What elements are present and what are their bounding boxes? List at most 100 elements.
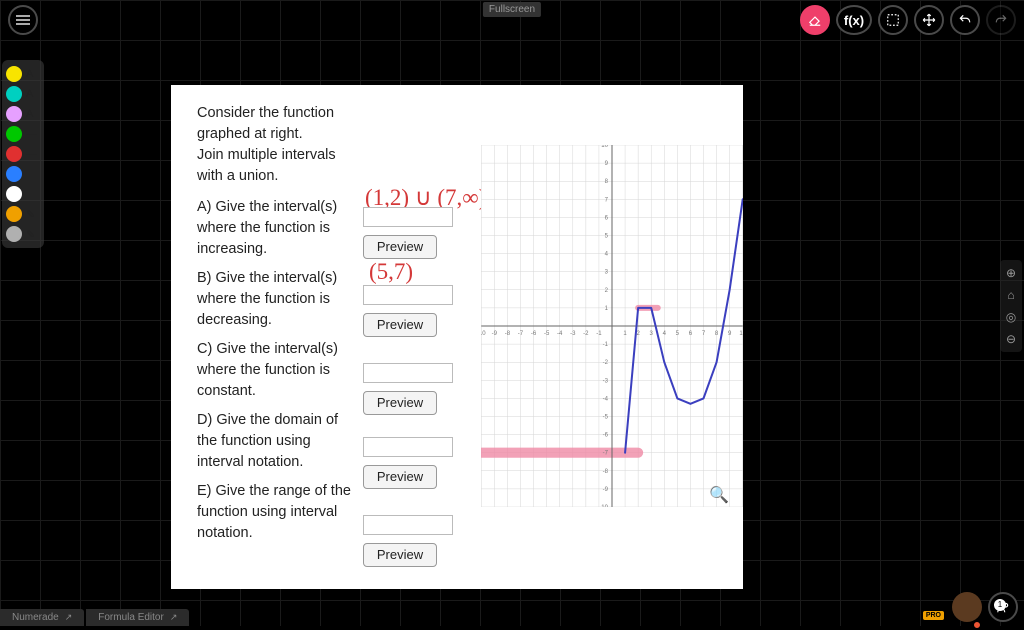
svg-text:5: 5 bbox=[605, 234, 609, 240]
select-icon bbox=[886, 13, 900, 27]
svg-text:-7: -7 bbox=[518, 331, 524, 337]
expand-icon: ↗ bbox=[170, 612, 178, 623]
answer-input-c[interactable] bbox=[363, 363, 453, 383]
svg-text:-6: -6 bbox=[531, 331, 537, 337]
svg-text:4: 4 bbox=[663, 331, 667, 337]
svg-text:1: 1 bbox=[623, 331, 627, 337]
svg-text:-5: -5 bbox=[603, 415, 609, 421]
move-icon bbox=[922, 13, 936, 27]
redo-icon bbox=[994, 13, 1008, 27]
magnify-icon[interactable]: 🔍 bbox=[709, 485, 729, 583]
svg-text:1: 1 bbox=[605, 306, 609, 312]
palette-label: ✎ bbox=[26, 208, 35, 221]
color-swatch-icon bbox=[6, 226, 22, 242]
color-swatch-icon bbox=[6, 86, 22, 102]
bottom-tab-0[interactable]: Numerade↗ bbox=[0, 609, 84, 626]
svg-text:-10: -10 bbox=[481, 331, 486, 337]
svg-text:-8: -8 bbox=[603, 469, 609, 475]
answer-slot-c: Preview bbox=[363, 363, 453, 415]
main-menu-button[interactable] bbox=[8, 5, 38, 35]
color-swatch-icon bbox=[6, 106, 22, 122]
palette-color-4[interactable]: — bbox=[4, 144, 42, 164]
bottom-right-status: PRO 1 bbox=[952, 592, 1018, 622]
avatar[interactable] bbox=[952, 592, 982, 622]
svg-text:-7: -7 bbox=[603, 451, 609, 457]
zoom-out-icon[interactable]: ⊖ bbox=[1006, 332, 1016, 346]
undo-icon bbox=[958, 13, 972, 27]
answer-slot-e: Preview bbox=[363, 515, 453, 567]
palette-label: — bbox=[26, 148, 37, 160]
users-button[interactable]: 1 bbox=[988, 592, 1018, 622]
fullscreen-label[interactable]: Fullscreen bbox=[483, 2, 541, 17]
question-e: E) Give the range of the function using … bbox=[197, 481, 357, 544]
svg-text:6: 6 bbox=[605, 215, 609, 221]
svg-text:-4: -4 bbox=[603, 396, 609, 402]
answer-input-b[interactable] bbox=[363, 285, 453, 305]
answer-column: (1,2) ∪ (7,∞) (5,7) PreviewPreviewPrevie… bbox=[363, 103, 483, 573]
move-button[interactable] bbox=[914, 5, 944, 35]
tab-label: Formula Editor bbox=[98, 612, 164, 623]
svg-text:-3: -3 bbox=[603, 378, 609, 384]
answer-input-d[interactable] bbox=[363, 437, 453, 457]
svg-text:2: 2 bbox=[636, 331, 640, 337]
svg-text:-4: -4 bbox=[557, 331, 563, 337]
svg-text:-8: -8 bbox=[505, 331, 511, 337]
answer-slot-d: Preview bbox=[363, 437, 453, 489]
svg-text:-9: -9 bbox=[492, 331, 498, 337]
zoom-in-icon[interactable]: ⊕ bbox=[1006, 266, 1016, 280]
home-icon[interactable]: ⌂ bbox=[1007, 288, 1014, 302]
color-swatch-icon bbox=[6, 166, 22, 182]
hamburger-icon bbox=[16, 13, 30, 27]
svg-text:-2: -2 bbox=[583, 331, 589, 337]
target-icon[interactable]: ◎ bbox=[1006, 310, 1016, 324]
answer-input-e[interactable] bbox=[363, 515, 453, 535]
svg-text:10: 10 bbox=[601, 145, 608, 149]
svg-text:-5: -5 bbox=[544, 331, 550, 337]
palette-color-5[interactable] bbox=[4, 164, 42, 184]
palette-color-6[interactable] bbox=[4, 184, 42, 204]
question-b: B) Give the interval(s) where the functi… bbox=[197, 268, 357, 331]
eraser-button[interactable] bbox=[800, 5, 830, 35]
svg-text:3: 3 bbox=[605, 270, 609, 276]
palette-label: ✎ bbox=[26, 228, 35, 241]
redo-button[interactable] bbox=[986, 5, 1016, 35]
undo-button[interactable] bbox=[950, 5, 980, 35]
svg-text:7: 7 bbox=[605, 197, 609, 203]
bottom-tab-bar: Numerade↗ Formula Editor ↗ bbox=[0, 609, 189, 626]
palette-label: — bbox=[26, 128, 37, 140]
svg-text:9: 9 bbox=[728, 331, 732, 337]
question-c: C) Give the interval(s) where the functi… bbox=[197, 339, 357, 402]
eraser-icon bbox=[808, 13, 822, 27]
svg-text:-6: -6 bbox=[603, 433, 609, 439]
expand-icon: ↗ bbox=[65, 612, 73, 623]
preview-button-e[interactable]: Preview bbox=[363, 543, 437, 567]
color-swatch-icon bbox=[6, 206, 22, 222]
question-a: A) Give the interval(s) where the functi… bbox=[197, 197, 357, 260]
select-button[interactable] bbox=[878, 5, 908, 35]
question-card: Consider the function graphed at right.J… bbox=[171, 85, 743, 589]
preview-button-a[interactable]: Preview bbox=[363, 235, 437, 259]
palette-color-2[interactable]: A bbox=[4, 104, 42, 124]
question-intro: Consider the function graphed at right.J… bbox=[197, 103, 357, 187]
svg-text:8: 8 bbox=[715, 331, 719, 337]
palette-color-0[interactable]: A bbox=[4, 64, 42, 84]
palette-color-1[interactable]: A bbox=[4, 84, 42, 104]
preview-button-d[interactable]: Preview bbox=[363, 465, 437, 489]
palette-color-8[interactable]: ✎ bbox=[4, 224, 42, 244]
fx-button[interactable]: f(x) bbox=[836, 5, 872, 35]
palette-color-7[interactable]: ✎ bbox=[4, 204, 42, 224]
answer-input-a[interactable] bbox=[363, 207, 453, 227]
color-swatch-icon bbox=[6, 146, 22, 162]
preview-button-b[interactable]: Preview bbox=[363, 313, 437, 337]
question-d: D) Give the domain of the function using… bbox=[197, 410, 357, 473]
palette-label: A bbox=[26, 68, 33, 80]
question-text-column: Consider the function graphed at right.J… bbox=[197, 103, 357, 573]
svg-text:5: 5 bbox=[676, 331, 680, 337]
top-toolbar: Fullscreen f(x) bbox=[0, 0, 1024, 40]
bottom-tab-1[interactable]: Formula Editor ↗ bbox=[86, 609, 189, 626]
notification-dot-icon bbox=[972, 620, 982, 630]
svg-text:-1: -1 bbox=[596, 331, 602, 337]
preview-button-c[interactable]: Preview bbox=[363, 391, 437, 415]
svg-text:3: 3 bbox=[650, 331, 654, 337]
palette-color-3[interactable]: — bbox=[4, 124, 42, 144]
